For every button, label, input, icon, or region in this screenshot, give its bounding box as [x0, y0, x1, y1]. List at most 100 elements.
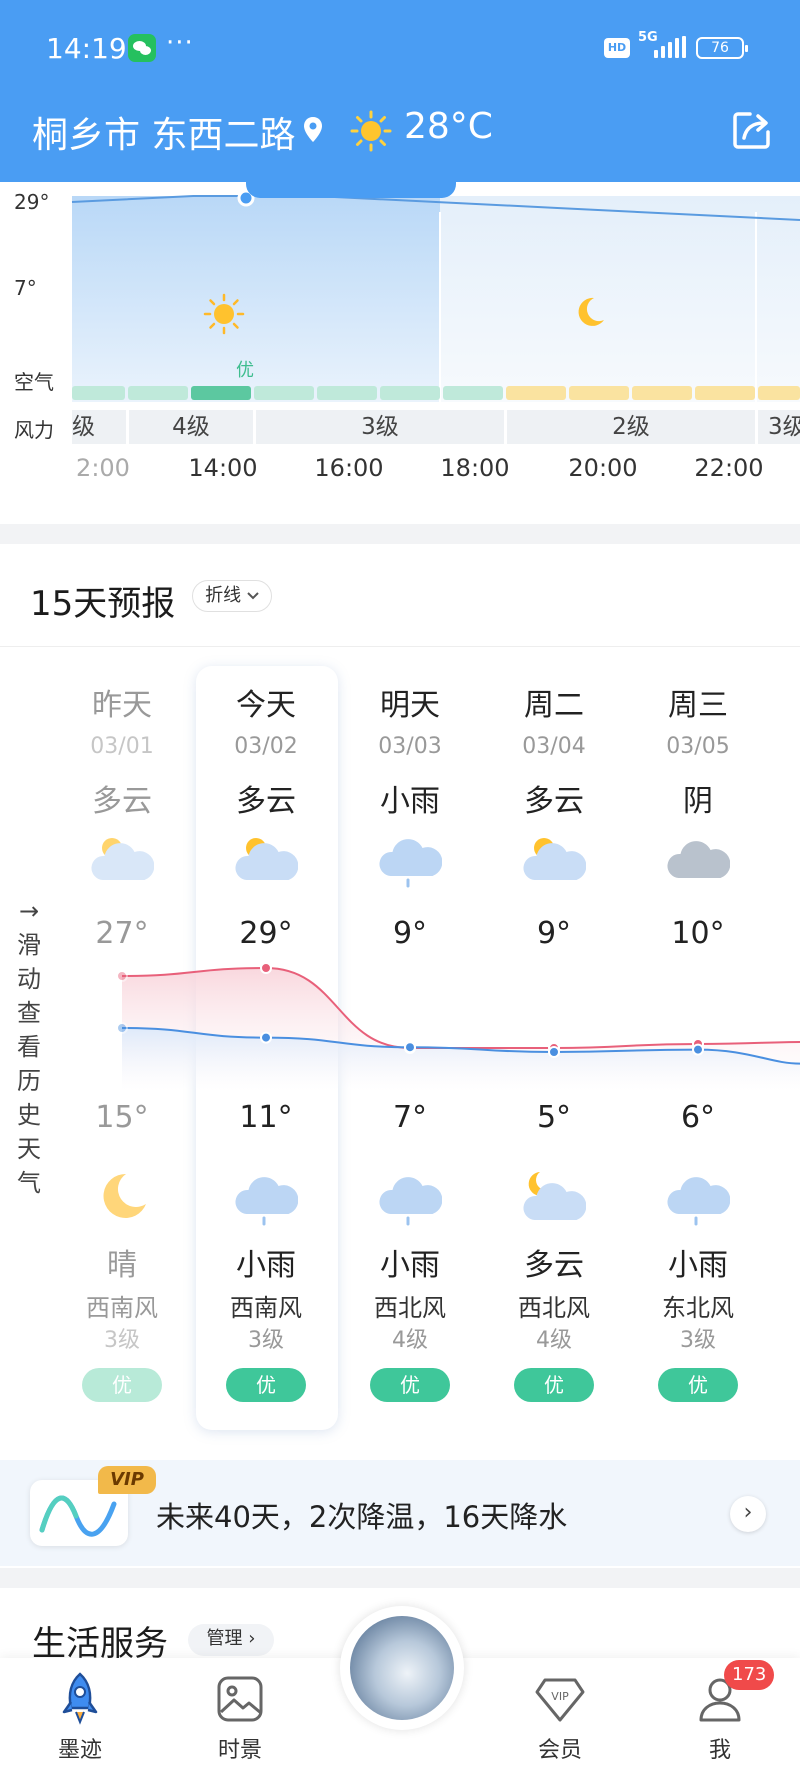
low-temp: 5° [536, 1100, 572, 1135]
wechat-icon [128, 34, 156, 62]
high-temp-point [116, 970, 128, 982]
y-label-high: 29° [14, 190, 50, 214]
night-weather-icon [234, 1166, 299, 1230]
day-name: 明天 [380, 688, 440, 723]
wind-level: 3级 [104, 1328, 140, 1353]
low-temp: 11° [239, 1100, 293, 1135]
moon-icon [103, 1173, 146, 1218]
vip-diamond-icon: VIP [535, 1678, 585, 1722]
day-condition: 多云 [92, 784, 152, 819]
hour-label: 20:00 [568, 454, 638, 482]
nav-label: 时景 [217, 1738, 262, 1763]
night-weather-icon [90, 1166, 154, 1230]
day-condition: 小雨 [380, 784, 440, 819]
night-condition: 小雨 [236, 1248, 296, 1283]
center-scene-button[interactable] [340, 1606, 464, 1730]
aqi-badge: 优 [658, 1368, 738, 1402]
cloud-icon [667, 841, 731, 878]
location-pin-icon[interactable] [302, 116, 324, 144]
section-separator [0, 1568, 800, 1588]
air-quality-label: 优 [236, 360, 254, 381]
day-weather-icon [234, 828, 299, 892]
day-weather-icon [522, 828, 587, 892]
nav-moji[interactable]: 墨迹 [20, 1672, 140, 1764]
wind-direction: 西南风 [86, 1294, 158, 1322]
vip-badge: VIP [98, 1466, 156, 1494]
rocket-icon [62, 1672, 98, 1725]
air-quality-bar [443, 386, 503, 400]
night-weather-icon [522, 1166, 587, 1230]
current-temperature: 28°C [404, 106, 493, 147]
aqi-badge: 优 [370, 1368, 450, 1402]
wind-direction: 西北风 [518, 1294, 590, 1322]
rain-cloud-icon [379, 1177, 443, 1226]
aqi-badge: 优 [82, 1368, 162, 1402]
wind-level: 4级 [392, 1328, 428, 1353]
night-condition: 多云 [524, 1248, 584, 1283]
night-condition: 小雨 [668, 1248, 728, 1283]
partly-cloudy-icon [523, 838, 587, 880]
air-quality-bar [380, 386, 440, 400]
status-time: 14:19 [46, 32, 127, 65]
picture-icon [217, 1676, 263, 1722]
air-quality-bar [569, 386, 629, 400]
air-quality-bar [254, 386, 314, 400]
section-separator [0, 524, 800, 544]
day-name: 周二 [524, 688, 584, 723]
sky-thumbnail [350, 1616, 454, 1720]
wind-level-segment: 3级 [758, 410, 800, 444]
hour-label: 14:00 [188, 454, 258, 482]
hour-label: 2:00 [76, 454, 130, 482]
wind-direction: 西南风 [230, 1294, 302, 1322]
air-row-label: 空气 [14, 370, 54, 394]
chevron-right-icon[interactable]: › [730, 1496, 766, 1532]
header-bar: 14:19 ··· HD 5G 76 桐乡市 东西二路 28°C [0, 0, 800, 182]
night-condition: 小雨 [380, 1248, 440, 1283]
hourly-selected-tab [246, 182, 456, 198]
vip-forecast-banner[interactable]: VIP 未来40天，2次降温，16天降水 › [0, 1460, 800, 1566]
rain-cloud-icon [379, 839, 443, 888]
rain-cloud-icon [667, 1177, 731, 1226]
hd-icon: HD [604, 38, 630, 58]
y-label-low: 7° [14, 276, 37, 300]
night-condition: 晴 [107, 1248, 137, 1283]
wind-level-segment: 3级 [256, 410, 504, 444]
low-temp: 7° [392, 1100, 428, 1135]
banner-text: 未来40天，2次降温，16天降水 [156, 1500, 568, 1534]
partly-cloudy-icon [235, 838, 299, 880]
day-date: 03/03 [378, 734, 442, 759]
sun-icon [350, 110, 392, 152]
air-quality-bar [632, 386, 692, 400]
location-title[interactable]: 桐乡市 东西二路 [32, 106, 295, 158]
wind-level-segment: 2级 [507, 410, 755, 444]
hourly-forecast-panel[interactable]: 29° 7° 空气 风力 优 级 4级 3级 2级 3级 2:00 14:00 … [0, 182, 800, 522]
day-weather-icon [90, 828, 155, 892]
notification-badge: 173 [724, 1660, 775, 1690]
air-quality-bar [758, 386, 800, 400]
forecast-title: 15天预报 [30, 584, 176, 624]
wind-level: 3级 [680, 1328, 716, 1353]
nav-scenes[interactable]: 时景 [180, 1672, 300, 1764]
partly-cloudy-icon [91, 838, 155, 880]
chart-mode-toggle[interactable]: 折线 [192, 580, 272, 612]
status-more-dots: ··· [166, 28, 194, 58]
vip-glyph: VIP [551, 1690, 569, 1703]
day-condition: 阴 [683, 784, 713, 819]
nav-vip[interactable]: VIP 会员 [500, 1672, 620, 1764]
hourly-temperature-chart [71, 189, 800, 402]
low-temp-point [260, 1031, 272, 1044]
aqi-badge: 优 [514, 1368, 594, 1402]
wind-level: 3级 [248, 1328, 284, 1353]
low-temp: 15° [95, 1100, 149, 1135]
day-condition: 多云 [236, 784, 296, 819]
day-name: 周三 [668, 688, 728, 723]
share-icon[interactable] [730, 108, 774, 152]
low-temp-point [116, 1022, 128, 1034]
temperature-trend-chart [116, 962, 800, 1090]
low-temp-point [548, 1046, 560, 1058]
chart-mode-label: 折线 [205, 585, 242, 606]
wind-direction: 西北风 [374, 1294, 446, 1322]
day-weather-icon [378, 828, 443, 892]
wind-level: 4级 [536, 1328, 572, 1353]
services-manage-button[interactable]: 管理 › [188, 1624, 274, 1656]
